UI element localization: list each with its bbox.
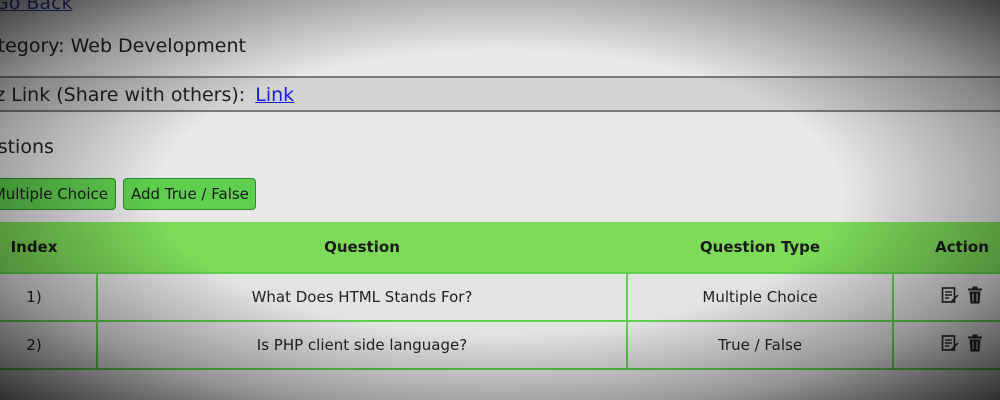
go-back-link[interactable]: Go Back xyxy=(0,0,73,14)
row-question: What Does HTML Stands For? xyxy=(96,272,628,322)
header-action: Action xyxy=(893,222,1000,273)
row-index: 1) xyxy=(0,272,98,322)
quiz-category: ategory: Web Development xyxy=(0,35,246,57)
quiz-link-label: iz Link (Share with others): xyxy=(0,84,246,106)
add-true-false-button[interactable]: Add True / False xyxy=(123,178,256,210)
row-index: 2) xyxy=(0,320,98,370)
trash-icon[interactable] xyxy=(967,334,983,352)
row-actions xyxy=(892,320,1000,370)
questions-table: Index Question Question Type Action 1) W… xyxy=(0,222,1000,370)
header-index: Index xyxy=(0,222,97,273)
header-question: Question xyxy=(97,222,627,273)
table-row: 2) Is PHP client side language? True / F… xyxy=(0,320,1000,370)
row-question-type: Multiple Choice xyxy=(626,272,894,322)
quiz-page: Go Back ategory: Web Development iz Link… xyxy=(0,0,1000,400)
quiz-share-link[interactable]: Link xyxy=(255,84,294,106)
add-multiple-choice-button[interactable]: Multiple Choice xyxy=(0,178,116,210)
row-question-type: True / False xyxy=(626,320,894,370)
edit-icon[interactable] xyxy=(941,286,959,304)
table-row: 1) What Does HTML Stands For? Multiple C… xyxy=(0,272,1000,322)
quiz-link-bar: iz Link (Share with others): Link xyxy=(0,76,1000,112)
trash-icon[interactable] xyxy=(967,286,983,304)
quiz-link-label-wrap: iz Link (Share with others): Link xyxy=(0,84,294,106)
questions-heading: estions xyxy=(0,136,54,158)
edit-icon[interactable] xyxy=(941,334,959,352)
row-question: Is PHP client side language? xyxy=(96,320,628,370)
row-actions xyxy=(892,272,1000,322)
header-question-type: Question Type xyxy=(627,222,893,273)
table-header-row: Index Question Question Type Action xyxy=(0,222,1000,273)
